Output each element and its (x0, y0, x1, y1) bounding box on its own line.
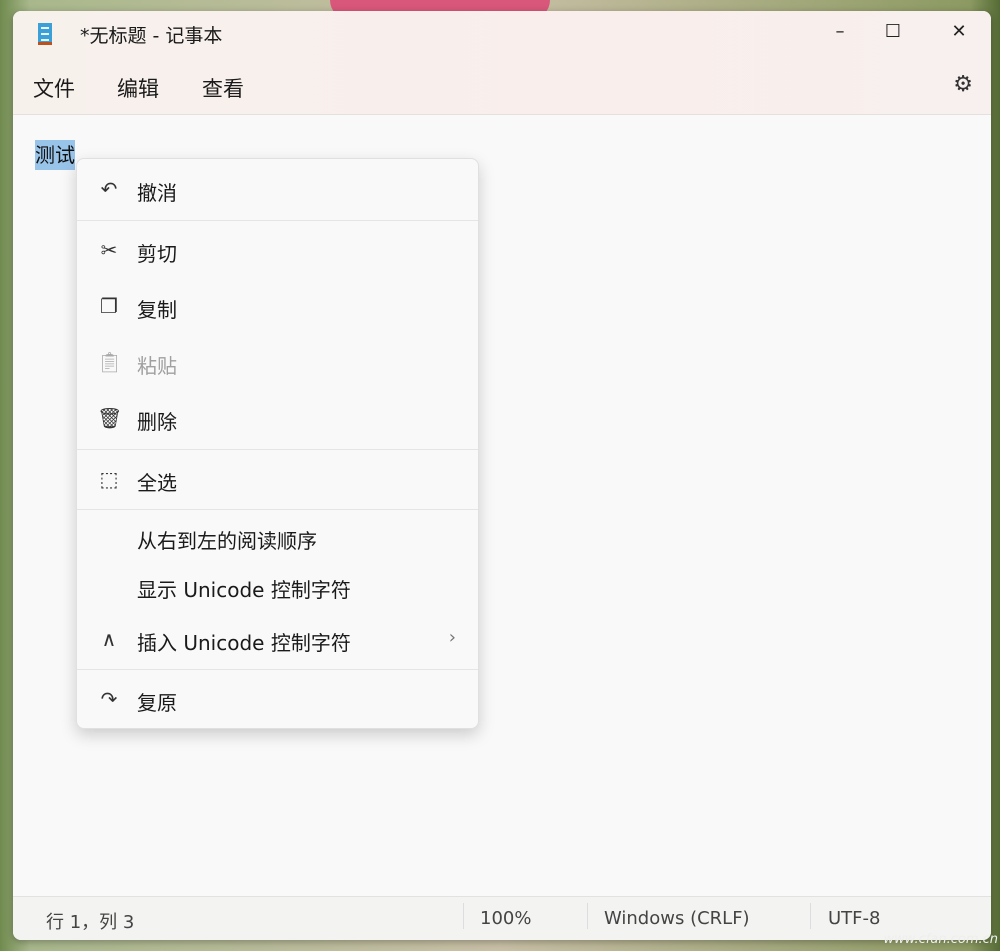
menu-item-paste: 📋︎ 粘贴 (77, 342, 478, 386)
close-button[interactable]: ✕ (929, 17, 989, 47)
divider (77, 509, 478, 510)
menu-file[interactable]: 文件 (33, 73, 75, 103)
menu-item-delete[interactable]: 🗑︎ 删除 (77, 398, 478, 442)
menu-item-show-unicode[interactable]: 显示 Unicode 控制字符 (77, 566, 478, 610)
menu-item-insert-unicode[interactable]: ∧ 插入 Unicode 控制字符 › (77, 619, 478, 663)
status-bar: 行 1，列 3 100% Windows (CRLF) UTF-8 (13, 896, 991, 940)
label: 粘贴 (137, 354, 177, 378)
watermark: www.cfan.com.cn (883, 932, 998, 947)
context-menu: ↶ 撤消 ✂ 剪切 ❐ 复制 📋︎ 粘贴 🗑︎ 删除 ⬚ 全选 从右到左的阅读顺序 显示 U… (76, 158, 479, 729)
gear-icon[interactable]: ⚙ (953, 72, 973, 97)
label: 撤消 (137, 181, 177, 205)
menu-item-redo[interactable]: ↷ 复原 (77, 679, 478, 723)
menu-item-cut[interactable]: ✂ 剪切 (77, 230, 478, 274)
title-bar: *无标题 - 记事本 – ☐ ✕ 文件 编辑 查看 ⚙ (13, 11, 991, 115)
cursor-position: 行 1，列 3 (46, 912, 135, 933)
line-ending[interactable]: Windows (CRLF) (604, 908, 750, 929)
encoding[interactable]: UTF-8 (828, 908, 880, 929)
notepad-app-icon (38, 23, 52, 45)
window-title: *无标题 - 记事本 (80, 25, 223, 47)
copy-icon: ❐ (100, 294, 118, 318)
trash-icon: 🗑︎ (97, 406, 123, 430)
minimize-button[interactable]: – (810, 17, 870, 47)
paste-icon: 📋︎ (97, 350, 123, 374)
label: 全选 (137, 471, 177, 495)
divider (77, 669, 478, 670)
menu-item-copy[interactable]: ❐ 复制 (77, 286, 478, 330)
maximize-button[interactable]: ☐ (863, 17, 923, 47)
undo-icon: ↶ (100, 177, 118, 201)
menu-item-select-all[interactable]: ⬚ 全选 (77, 459, 478, 503)
label: 复原 (137, 691, 177, 715)
label: 插入 Unicode 控制字符 (137, 631, 351, 655)
select-all-icon: ⬚ (99, 467, 119, 491)
selected-text[interactable]: 测试 (35, 140, 75, 170)
label: 剪切 (137, 242, 177, 266)
divider (77, 449, 478, 450)
chevron-right-icon: › (448, 627, 456, 648)
menu-edit[interactable]: 编辑 (117, 73, 159, 103)
label: 复制 (137, 298, 177, 322)
divider (810, 903, 811, 929)
menu-view[interactable]: 查看 (202, 73, 244, 103)
label: 从右到左的阅读顺序 (137, 529, 317, 553)
zoom-level[interactable]: 100% (480, 908, 531, 929)
redo-icon: ↷ (100, 687, 118, 711)
caret-icon: ∧ (101, 627, 117, 651)
divider (463, 903, 464, 929)
divider (77, 220, 478, 221)
menu-item-rtl[interactable]: 从右到左的阅读顺序 (77, 517, 478, 561)
label: 显示 Unicode 控制字符 (137, 578, 351, 602)
label: 删除 (137, 410, 177, 434)
scissors-icon: ✂ (100, 238, 118, 262)
menu-item-undo[interactable]: ↶ 撤消 (77, 169, 478, 213)
divider (587, 903, 588, 929)
